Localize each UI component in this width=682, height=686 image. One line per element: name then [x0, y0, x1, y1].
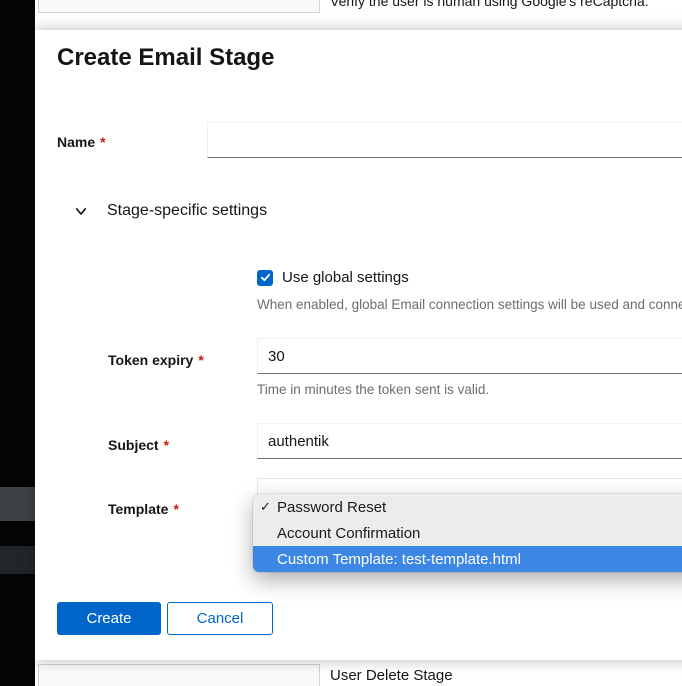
use-global-settings-checkbox[interactable] [257, 270, 273, 286]
background-text-recaptcha: Verify the user is human using Google's … [330, 0, 649, 9]
check-icon: ✓ [260, 499, 277, 515]
template-label: Template * [108, 501, 179, 517]
name-input[interactable] [207, 122, 682, 158]
background-page-bottom: User Delete Stage [35, 660, 682, 686]
sidebar-item [0, 546, 35, 574]
option-label: Password Reset [277, 499, 386, 516]
template-dropdown-menu: ✓ Password Reset Account Confirmation Cu… [253, 494, 682, 572]
cancel-button[interactable]: Cancel [167, 602, 273, 635]
required-marker: * [100, 134, 105, 150]
create-email-stage-modal: Create Email Stage Name * Stage-specific … [35, 30, 682, 660]
modal-title: Create Email Stage [57, 44, 274, 72]
sidebar-item [0, 487, 35, 521]
use-global-settings-row: Use global settings [257, 269, 409, 286]
token-expiry-input[interactable] [257, 338, 682, 374]
token-expiry-label: Token expiry * [108, 352, 204, 368]
subject-input[interactable] [257, 423, 682, 459]
use-global-settings-label: Use global settings [282, 269, 409, 286]
stage-settings-toggle[interactable]: Stage-specific settings [73, 198, 267, 224]
use-global-settings-help: When enabled, global Email connection se… [257, 297, 682, 312]
subject-label-text: Subject [108, 437, 159, 453]
name-label-text: Name [57, 134, 95, 150]
background-table-cell [38, 0, 320, 13]
chevron-down-icon [73, 203, 89, 219]
dropdown-option-custom-template[interactable]: Custom Template: test-template.html [253, 546, 682, 572]
required-marker: * [164, 437, 169, 453]
name-label: Name * [57, 134, 106, 150]
token-expiry-help: Time in minutes the token sent is valid. [257, 382, 489, 397]
create-button[interactable]: Create [57, 602, 161, 635]
template-label-text: Template [108, 501, 168, 517]
dropdown-option-account-confirmation[interactable]: Account Confirmation [253, 520, 682, 546]
background-page-top: Verify the user is human using Google's … [35, 0, 682, 30]
section-title: Stage-specific settings [107, 202, 267, 220]
option-label: Account Confirmation [277, 525, 420, 542]
background-table-cell [38, 664, 320, 686]
required-marker: * [173, 501, 178, 517]
token-expiry-label-text: Token expiry [108, 352, 193, 368]
subject-label: Subject * [108, 437, 169, 453]
background-text-user-delete-stage: User Delete Stage [330, 667, 453, 684]
dropdown-option-password-reset[interactable]: ✓ Password Reset [253, 494, 682, 520]
app-sidebar [0, 0, 35, 686]
required-marker: * [198, 352, 203, 368]
option-label: Custom Template: test-template.html [277, 551, 521, 568]
